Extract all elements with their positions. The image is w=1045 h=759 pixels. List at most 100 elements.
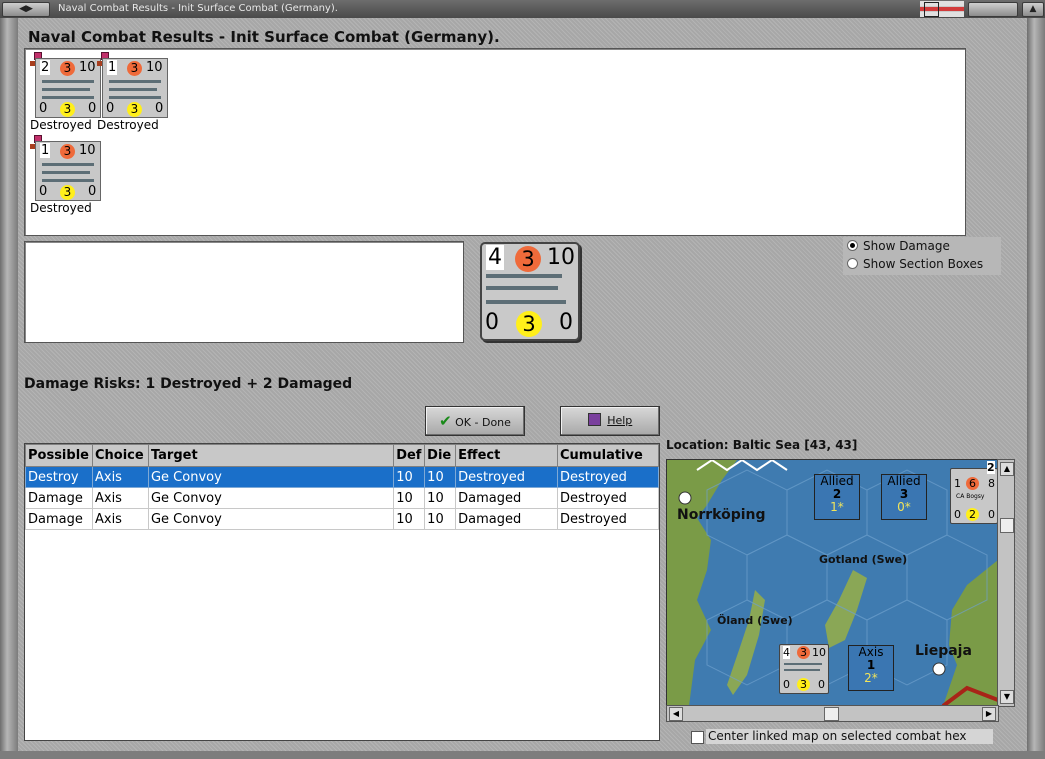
map-corner-counter[interactable]: 2 1 6 8 CA Bogsy 0 2 0 <box>950 461 998 524</box>
map-unit-counter[interactable]: 4 3 10 0 3 0 <box>779 644 829 694</box>
cell-def: 10 <box>393 487 426 509</box>
cell-die: 10 <box>424 466 457 488</box>
bottom-left-value: 0 <box>39 101 48 116</box>
linked-map[interactable]: Norrköping Gotland (Swe) Öland (Swe) Lie… <box>666 459 999 707</box>
column-header-choice[interactable]: Choice <box>91 444 149 467</box>
center-map-label[interactable]: Center linked map on selected combat hex <box>706 729 993 744</box>
speed-circle: 3 <box>797 646 810 659</box>
unit-name-label: CA Bogsy <box>956 493 985 500</box>
show-section-boxes-radio[interactable]: Show Section Boxes <box>847 257 983 271</box>
column-header-possible[interactable]: Possible <box>25 444 93 467</box>
location-label: Location: Baltic Sea [43, 43] <box>666 438 858 452</box>
unit-status-label: Destroyed <box>97 118 159 132</box>
ship-silhouette-icon <box>109 96 161 99</box>
column-header-cumulative[interactable]: Cumulative <box>557 444 659 467</box>
defense-value: 10 <box>146 60 163 75</box>
help-book-icon <box>587 413 601 426</box>
cell-cumulative: Destroyed <box>557 466 659 488</box>
scroll-down-arrow-icon[interactable]: ▼ <box>1000 690 1014 704</box>
table-row[interactable]: Damage Axis Ge Convoy 10 10 Damaged Dest… <box>25 508 659 530</box>
window-control-button[interactable] <box>968 2 1018 17</box>
range-circle: 2 <box>966 508 979 521</box>
range-circle: 3 <box>60 185 75 200</box>
allied-sea-box-1[interactable]: Allied 2 1* <box>814 474 860 520</box>
ship-silhouette-icon <box>784 663 822 665</box>
speed-circle: 6 <box>966 477 979 490</box>
attack-value: 4 <box>783 646 790 659</box>
system-menu-button[interactable]: ◀▶ <box>2 2 50 17</box>
close-button[interactable]: ▲ <box>1022 2 1044 17</box>
counter-face: 1 3 10 0 3 0 <box>35 141 101 201</box>
bottom-left-value: 0 <box>783 678 790 691</box>
bottom-left-value: 0 <box>106 101 115 116</box>
allied-sea-box-2[interactable]: Allied 3 0* <box>881 474 927 520</box>
attack-value: 2 <box>40 60 51 75</box>
bottom-right-value: 0 <box>559 310 573 335</box>
column-header-die[interactable]: Die <box>424 444 457 467</box>
stack-count: 2 <box>987 461 995 474</box>
scroll-thumb[interactable] <box>824 707 839 721</box>
column-header-effect[interactable]: Effect <box>455 444 559 467</box>
bottom-left-value: 0 <box>39 184 48 199</box>
radio-selected-icon <box>847 240 858 251</box>
help-button[interactable]: Help <box>560 406 660 436</box>
window-frame-left <box>0 18 18 759</box>
allied-box-sub: 1* <box>830 500 844 514</box>
axis-sea-box[interactable]: Axis 1 2* <box>848 645 894 691</box>
cell-choice: Axis <box>91 466 149 488</box>
attack-value: 1 <box>40 143 51 158</box>
column-header-def[interactable]: Def <box>393 444 426 467</box>
map-vertical-scrollbar[interactable]: ▲ ▼ <box>997 459 1015 707</box>
german-flag-icon <box>920 1 964 17</box>
bottom-right-value: 0 <box>818 678 825 691</box>
speed-circle: 3 <box>127 61 142 76</box>
cell-cumulative: Destroyed <box>557 508 659 530</box>
ship-silhouette-icon <box>42 179 94 182</box>
center-map-checkbox[interactable] <box>691 731 704 744</box>
cell-choice: Axis <box>91 508 149 530</box>
attack-value: 1 <box>954 477 961 490</box>
damage-risks-text: Damage Risks: 1 Destroyed + 2 Damaged <box>24 376 353 392</box>
ship-silhouette-icon <box>486 286 558 290</box>
speed-circle: 3 <box>60 61 75 76</box>
info-text-box <box>24 241 464 343</box>
cell-choice: Axis <box>91 487 149 509</box>
show-damage-radio[interactable]: Show Damage <box>847 239 950 253</box>
display-options: Show Damage Show Section Boxes <box>843 237 1001 275</box>
axis-box-sub: 2* <box>864 671 878 685</box>
range-circle: 3 <box>60 102 75 117</box>
window-frame-bottom <box>0 751 1045 759</box>
table-row[interactable]: Destroy Axis Ge Convoy 10 10 Destroyed D… <box>25 466 659 488</box>
scroll-right-arrow-icon[interactable]: ▶ <box>982 707 996 721</box>
ship-silhouette-icon <box>42 171 90 174</box>
range-circle: 3 <box>516 311 542 337</box>
cell-target: Ge Convoy <box>147 508 395 530</box>
ok-done-button[interactable]: ✔ OK - Done <box>425 406 525 436</box>
map-label-gotland: Gotland (Swe) <box>819 553 908 566</box>
ship-silhouette-icon <box>109 80 161 83</box>
scroll-up-arrow-icon[interactable]: ▲ <box>1000 462 1014 476</box>
speed-circle: 3 <box>515 246 541 272</box>
scroll-left-arrow-icon[interactable]: ◀ <box>669 707 683 721</box>
cell-target: Ge Convoy <box>147 466 395 488</box>
window-frame-right <box>1027 18 1045 759</box>
scroll-thumb[interactable] <box>1000 518 1014 533</box>
damage-table: Possible Choice Target Def Die Effect Cu… <box>24 443 660 741</box>
map-label-oland: Öland (Swe) <box>717 614 793 627</box>
ship-silhouette-icon <box>486 300 566 304</box>
column-header-target[interactable]: Target <box>147 444 395 467</box>
cell-effect: Damaged <box>455 508 559 530</box>
cell-possible: Damage <box>25 508 93 530</box>
help-label: Help <box>607 414 633 427</box>
map-horizontal-scrollbar[interactable]: ◀ ▶ <box>666 705 999 722</box>
ok-done-label: OK - Done <box>455 416 511 429</box>
cell-effect: Destroyed <box>455 466 559 488</box>
table-row[interactable]: Damage Axis Ge Convoy 10 10 Damaged Dest… <box>25 487 659 509</box>
ship-silhouette-icon <box>486 274 562 278</box>
cell-die: 10 <box>424 487 457 509</box>
unit-results-area: 2 3 10 0 3 0 Destroyed 1 3 10 0 3 0 Dest… <box>24 48 966 236</box>
cell-possible: Damage <box>25 487 93 509</box>
bottom-right-value: 0 <box>155 101 164 116</box>
range-circle: 3 <box>127 102 142 117</box>
defense-value: 10 <box>79 60 96 75</box>
